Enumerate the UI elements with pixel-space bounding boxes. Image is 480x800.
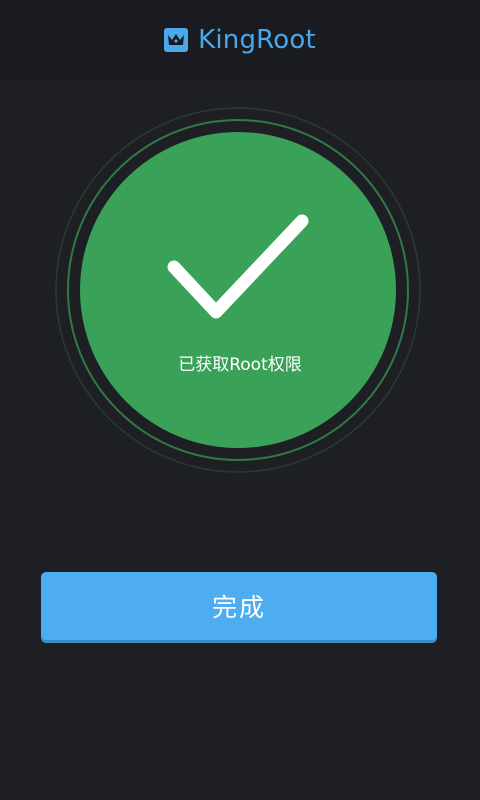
app-header: KingRoot	[0, 0, 480, 80]
app-screen: KingRoot 已获取Root权限 完成	[0, 0, 480, 800]
root-status-panel: 已获取Root权限	[0, 80, 480, 520]
crown-shield-icon	[164, 28, 189, 52]
status-circle	[55, 107, 421, 473]
brand: KingRoot	[164, 25, 316, 55]
app-title: KingRoot	[198, 25, 316, 55]
status-text: 已获取Root权限	[178, 355, 302, 375]
done-button[interactable]: 完成	[41, 572, 437, 640]
